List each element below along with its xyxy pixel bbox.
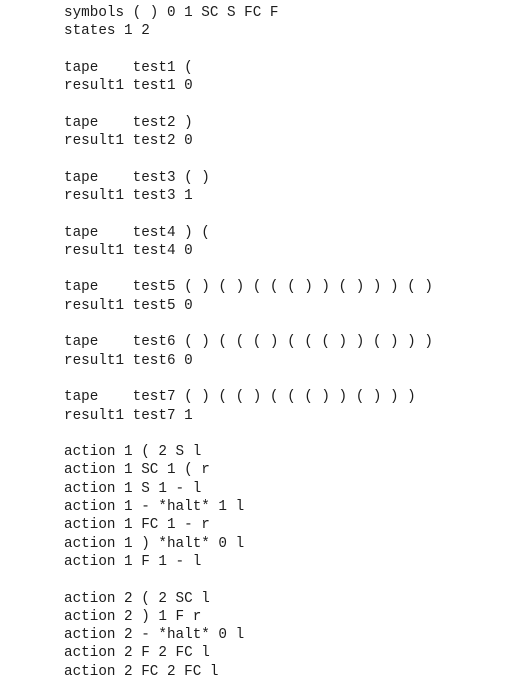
result-line: result1 test5 0 [64, 297, 193, 314]
test-case-block: tape test1 ( result1 test1 0 [64, 59, 513, 96]
action-line: action 2 ) 1 F r [64, 608, 202, 625]
symbols-declaration-line: symbols ( ) 0 1 SC S FC F [64, 5, 279, 21]
action-line: action 2 - *halt* 0 l [64, 627, 245, 644]
test-case-block: tape test7 ( ) ( ( ) ( ( ( ) ) ( ) ) ) r… [64, 388, 513, 425]
action-block-state-2: action 2 ( 2 SC l action 2 ) 1 F r actio… [64, 590, 513, 681]
action-line: action 1 ) *halt* 0 l [64, 535, 245, 552]
test-case-block: tape test4 ) ( result1 test4 0 [64, 224, 513, 261]
test-case-block: tape test3 ( ) result1 test3 1 [64, 169, 513, 206]
result-line: result1 test1 0 [64, 78, 193, 95]
result-line: result1 test2 0 [64, 133, 193, 150]
test-case-block: tape test2 ) result1 test2 0 [64, 114, 513, 151]
action-line: action 1 SC 1 ( r [64, 462, 210, 479]
tape-line: tape test6 ( ) ( ( ( ) ( ( ( ) ) ( ) ) ) [64, 334, 433, 351]
result-line: result1 test6 0 [64, 352, 193, 369]
action-block-state-1: action 1 ( 2 S l action 1 SC 1 ( r actio… [64, 443, 513, 571]
action-line: action 2 ( 2 SC l [64, 590, 210, 607]
action-line: action 1 S 1 - l [64, 480, 202, 497]
result-line: result1 test7 1 [64, 407, 193, 424]
result-line: result1 test3 1 [64, 187, 193, 204]
tape-line: tape test1 ( [64, 59, 193, 76]
action-line: action 1 ( 2 S l [64, 444, 202, 461]
action-line: action 2 F 2 FC l [64, 645, 210, 662]
test-case-block: tape test5 ( ) ( ) ( ( ( ) ) ( ) ) ) ( )… [64, 278, 513, 315]
tape-line: tape test7 ( ) ( ( ) ( ( ( ) ) ( ) ) ) [64, 389, 416, 406]
test-case-block: tape test6 ( ) ( ( ( ) ( ( ( ) ) ( ) ) )… [64, 333, 513, 370]
states-declaration-line: states 1 2 [64, 23, 150, 40]
action-line: action 2 FC 2 FC l [64, 663, 219, 680]
result-line: result1 test4 0 [64, 242, 193, 259]
tape-line: tape test3 ( ) [64, 169, 210, 186]
action-line: action 1 - *halt* 1 l [64, 499, 245, 516]
action-line: action 1 FC 1 - r [64, 517, 210, 534]
tape-line: tape test4 ) ( [64, 224, 210, 241]
tape-line: tape test2 ) [64, 114, 193, 131]
action-line: action 1 F 1 - l [64, 553, 202, 570]
text-document-body: symbols ( ) 0 1 SC S FC F states 1 2 tap… [64, 4, 513, 681]
tape-line: tape test5 ( ) ( ) ( ( ( ) ) ( ) ) ) ( ) [64, 279, 433, 296]
